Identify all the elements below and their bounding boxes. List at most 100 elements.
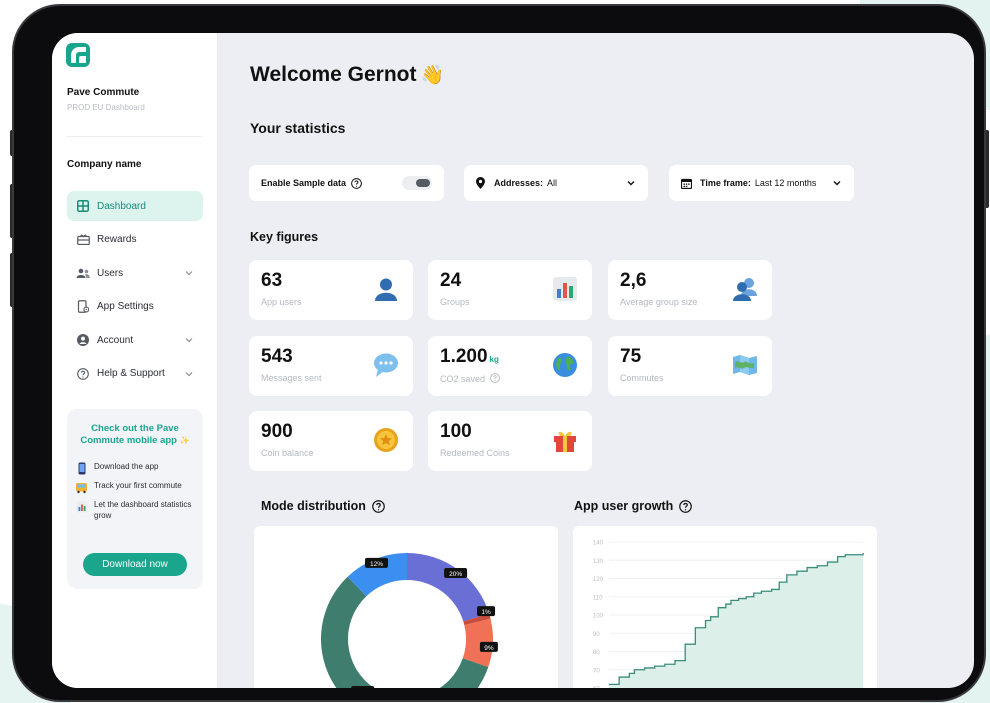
coin-icon [374, 428, 398, 452]
time-frame-value: Last 12 months [754, 178, 817, 188]
sidebar-item-label: Users [97, 267, 124, 279]
key-figure-label: CO2 saved [440, 373, 500, 384]
svg-text:1%: 1% [481, 609, 491, 616]
help-icon[interactable] [489, 373, 500, 383]
addresses-dropdown[interactable]: Addresses: All [464, 165, 648, 201]
bus-icon [75, 481, 88, 494]
key-figure-value: 900 [261, 421, 293, 442]
svg-text:12%: 12% [370, 561, 383, 568]
power-button [984, 130, 989, 208]
y-tick-label: 130 [593, 559, 604, 565]
phone-icon [75, 462, 88, 475]
sidebar-item-label: Account [97, 334, 134, 346]
key-figure-label: Redeemed Coins [440, 448, 510, 458]
bar-chart-icon [75, 500, 88, 513]
donut-data-label: 20% [444, 567, 468, 578]
sidebar-item-dashboard[interactable]: Dashboard [67, 191, 203, 221]
sidebar-item-app-settings[interactable]: App Settings [67, 292, 203, 322]
chevron-down-icon [185, 371, 193, 376]
y-tick-label: 80 [593, 650, 600, 656]
company-name: Company name [67, 159, 142, 170]
key-figure-card: 100 Redeemed Coins [428, 411, 592, 471]
key-figure-label: Messages sent [261, 373, 322, 383]
y-tick-label: 120 [593, 577, 604, 583]
gift-card-icon [76, 233, 90, 247]
sidebar-item-label: Rewards [97, 234, 137, 245]
donut-data-label: 9% [479, 641, 498, 652]
download-now-button[interactable]: Download now [83, 553, 187, 576]
speech-bubble-icon [374, 353, 398, 377]
location-pin-icon [476, 177, 485, 189]
account-icon [76, 333, 90, 347]
sample-data-toggle[interactable] [402, 176, 432, 190]
mode-distribution-title: Mode distribution [261, 499, 385, 513]
key-figure-label: App users [261, 297, 302, 307]
sidebar-item-label: Dashboard [97, 200, 146, 212]
key-figure-value: 2,6 [620, 270, 647, 291]
key-figure-value: 75 [620, 346, 642, 367]
key-figure-value: 543 [261, 346, 293, 367]
sidebar-item-rewards[interactable]: Rewards [67, 225, 203, 255]
globe-icon [553, 353, 577, 377]
addresses-label: Addresses: [494, 178, 544, 188]
key-figure-card: 2,6 Average group size [608, 260, 772, 320]
sidebar-item-account[interactable]: Account [67, 325, 203, 355]
y-tick-label: 60 [593, 687, 600, 689]
key-figure-label: Coin balance [261, 448, 314, 458]
help-icon[interactable] [372, 499, 385, 513]
chevron-down-icon [833, 181, 841, 186]
key-figure-value: 63 [261, 270, 283, 291]
key-figure-card: 75 Commutes [608, 336, 772, 396]
promo-step: Track your first commute [75, 481, 199, 494]
chevron-down-icon [627, 181, 635, 186]
donut-chart: 20% 1% 9% 57% 12% [321, 553, 498, 688]
donut-data-label: 12% [365, 557, 389, 568]
promo-title: Check out the Pave Commute mobile app ✨ [80, 423, 190, 446]
help-icon [76, 367, 90, 381]
calendar-icon [681, 178, 692, 189]
key-figure-label: Commutes [620, 373, 664, 383]
y-tick-label: 140 [593, 541, 604, 547]
svg-text:9%: 9% [484, 645, 494, 652]
donut-data-label: 57% [351, 686, 375, 688]
app-user-growth-title: App user growth [574, 499, 693, 513]
help-icon[interactable] [679, 499, 693, 513]
donut-slice [407, 553, 490, 622]
waving-hand-icon: 👋 [420, 65, 445, 86]
brand-subtitle: PROD EU Dashboard [67, 103, 145, 112]
statistics-title: Your statistics [250, 120, 346, 136]
key-figures-title: Key figures [250, 230, 319, 244]
time-frame-label: Time frame: [700, 178, 751, 188]
sidebar-item-help[interactable]: Help & Support [67, 359, 203, 389]
app-screen: Pave Commute PROD EU Dashboard Company n… [52, 33, 974, 688]
y-tick-label: 110 [593, 595, 603, 601]
sample-data-filter: Enable Sample data [249, 165, 444, 201]
time-frame-dropdown[interactable]: Time frame: Last 12 months [669, 165, 854, 201]
key-figure-card: 24 Groups [428, 260, 592, 320]
key-figure-label: Groups [440, 297, 470, 307]
key-figure-card: 63 App users [249, 260, 413, 320]
map-icon [733, 355, 757, 375]
y-tick-label: 70 [593, 668, 600, 674]
key-figure-card: 900 Coin balance [249, 411, 413, 471]
pave-logo [66, 43, 90, 67]
promo-steps: Download the app Track your first commut… [75, 462, 199, 527]
user-icon [375, 278, 397, 301]
help-icon[interactable] [351, 177, 362, 189]
sidebar-item-users[interactable]: Users [67, 258, 203, 288]
key-figure-card: 1.200 kg CO2 saved [428, 336, 592, 396]
brand-name: Pave Commute [67, 87, 140, 98]
welcome-heading: Welcome Gernot 👋 [250, 63, 445, 86]
key-figure-value: 1.200 kg [440, 346, 499, 367]
tablet-frame: Pave Commute PROD EU Dashboard Company n… [14, 6, 984, 700]
sidebar-item-label: App Settings [97, 301, 154, 312]
sidebar: Pave Commute PROD EU Dashboard Company n… [52, 33, 218, 688]
mobile-app-promo: Check out the Pave Commute mobile app ✨ … [67, 409, 203, 589]
key-figure-value: 24 [440, 270, 462, 291]
promo-step: Download the app [75, 462, 199, 475]
addresses-value: All [547, 178, 558, 188]
y-tick-label: 100 [593, 614, 604, 620]
area-chart: 140 130 120 110 100 90 80 70 60 [593, 541, 864, 689]
sparkle-icon: ✨ [179, 436, 190, 445]
sidebar-item-label: Help & Support [97, 368, 165, 379]
